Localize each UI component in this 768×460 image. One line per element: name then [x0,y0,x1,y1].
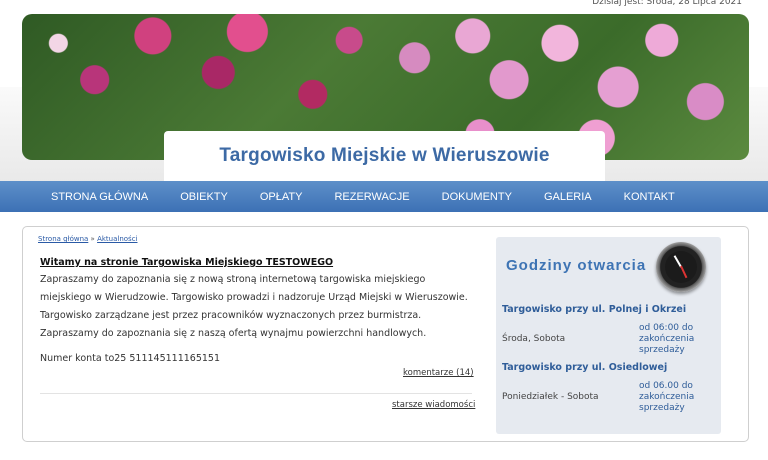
breadcrumb-home-link[interactable]: Strona główna [38,235,88,243]
breadcrumb-current-link[interactable]: Aktualności [97,235,137,243]
clock-icon [656,242,706,292]
nav-item-fees[interactable]: OPŁATY [260,191,303,203]
nav-item-gallery[interactable]: GALERIA [544,191,592,203]
nav-item-home[interactable]: STRONA GŁÓWNA [51,191,148,203]
site-title-box: Targowisko Miejskie w Wieruszowie [164,131,605,181]
hours-time-2: od 06.00 do zakończenia sprzedaży [639,381,695,413]
hours-time-1: od 06:00 do zakończenia sprzedaży [639,323,695,355]
hours-location-1: Targowisko przy ul. Polnej i Okrzei [502,304,687,315]
hours-location-2: Targowisko przy ul. Osiedlowej [502,362,668,373]
nav-item-contact[interactable]: KONTAKT [624,191,675,203]
opening-hours-title: Godziny otwarcia [506,257,647,274]
current-date: Dzisiaj jest: Środa, 28 Lipca 2021 [592,0,742,7]
article-body: Zapraszamy do zapoznania się z nową stro… [40,274,468,339]
hours-days-1: Środa, Sobota [502,334,566,344]
breadcrumb-separator: » [90,235,95,243]
bank-account-text: Numer konta to25 511145111165151 [40,353,221,364]
opening-hours-box: Godziny otwarcia Targowisko przy ul. Pol… [496,237,721,434]
comments-link[interactable]: komentarze (14) [403,368,474,378]
nav-item-documents[interactable]: DOKUMENTY [442,191,512,203]
main-navigation: STRONA GŁÓWNA OBIEKTY OPŁATY REZERWACJE … [0,181,768,212]
hours-days-2: Poniedziałek - Sobota [502,392,599,402]
older-news-link[interactable]: starsze wiadomości [392,400,475,410]
nav-item-reservations[interactable]: REZERWACJE [334,191,409,203]
site-title: Targowisko Miejskie w Wieruszowie [219,145,550,166]
nav-item-objects[interactable]: OBIEKTY [180,191,228,203]
breadcrumb: Strona główna » Aktualności [38,235,138,243]
content-panel: Strona główna » Aktualności Witamy na st… [22,226,749,442]
article-title[interactable]: Witamy na stronie Targowiska Miejskiego … [40,257,333,268]
divider [40,393,472,394]
